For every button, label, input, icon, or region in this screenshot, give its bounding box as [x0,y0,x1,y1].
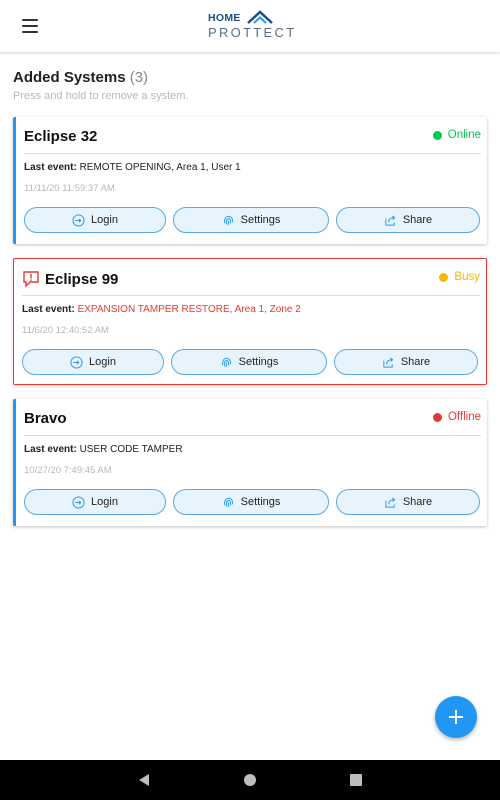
settings-button[interactable]: Settings [173,207,329,233]
app-bar: HOME PROTTECT [0,0,500,52]
home-protect-logo: HOME PROTTECT [205,8,301,42]
status-indicator: Online [432,129,481,141]
share-icon [385,214,396,226]
system-navigation-bar [0,760,500,800]
system-card-eclipse-99[interactable]: Eclipse 99 Busy Last event: EXPANSION TA… [13,258,487,385]
event-timestamp: 10/27/20 7:49:45 AM [24,465,112,476]
share-icon [383,356,394,368]
share-button[interactable]: Share [336,207,480,233]
settings-label: Settings [240,214,281,226]
page-title-text: Added Systems [13,69,126,86]
status-indicator: Offline [432,411,481,423]
divider [24,153,481,154]
share-button[interactable]: Share [336,489,480,515]
settings-label: Settings [240,496,281,508]
login-arrow-icon [70,355,83,369]
status-text: Offline [447,411,481,423]
fingerprint-icon [223,215,233,225]
last-event: Last event: EXPANSION TAMPER RESTORE, Ar… [22,304,301,315]
login-label: Login [91,214,118,226]
recents-square-icon[interactable] [350,774,362,786]
home-circle-icon[interactable] [244,774,256,786]
last-event: Last event: USER CODE TAMPER [24,444,183,455]
page-title: Added Systems (3) [13,69,148,86]
system-card-bravo[interactable]: Bravo Offline Last event: USER CODE TAMP… [13,399,487,526]
event-timestamp: 11/11/20 11:59:37 AM [24,183,115,194]
share-icon [385,496,396,508]
system-count: (3) [129,69,149,86]
login-button[interactable]: Login [24,207,166,233]
system-name: Bravo [24,410,67,427]
login-button[interactable]: Login [22,349,164,375]
system-card-eclipse-32[interactable]: Eclipse 32 Online Last event: REMOTE OPE… [13,117,487,244]
system-name-text: Eclipse 32 [24,128,98,145]
hamburger-menu-icon[interactable] [14,12,46,40]
last-event-label: Last event: [22,304,75,315]
add-system-button[interactable] [435,696,477,738]
settings-button[interactable]: Settings [173,489,329,515]
login-label: Login [89,356,116,368]
last-event-label: Last event: [24,444,77,455]
event-timestamp: 11/6/20 12:40:52 AM [22,325,109,336]
login-arrow-icon [72,213,85,227]
status-dot-icon [432,412,442,422]
logo-roof-icon [247,10,273,24]
status-text: Online [447,129,481,141]
fingerprint-icon [223,497,233,507]
last-event-label: Last event: [24,162,77,173]
status-dot-icon [439,272,449,282]
last-event-value: EXPANSION TAMPER RESTORE, Area 1, Zone 2 [77,304,301,315]
share-label: Share [402,214,433,226]
remove-hint: Press and hold to remove a system. [13,90,189,102]
status-dot-icon [432,130,442,140]
system-name: Eclipse 99 [22,270,118,288]
login-arrow-icon [72,495,85,509]
logo-protect-text: PROTTECT [208,25,297,40]
share-button[interactable]: Share [334,349,478,375]
settings-label: Settings [238,356,279,368]
system-name-text: Eclipse 99 [45,270,119,288]
share-label: Share [402,496,433,508]
system-name: Eclipse 32 [24,128,97,145]
settings-button[interactable]: Settings [171,349,327,375]
divider [24,435,481,436]
last-event: Last event: REMOTE OPENING, Area 1, User… [24,162,241,173]
status-text: Busy [454,271,480,283]
plus-icon [449,710,463,724]
login-label: Login [91,496,118,508]
divider [22,295,480,296]
back-triangle-icon[interactable] [138,773,150,787]
last-event-value: USER CODE TAMPER [79,444,183,455]
logo-home-text: HOME [208,12,241,24]
last-event-value: REMOTE OPENING, Area 1, User 1 [79,162,241,173]
fingerprint-icon [221,357,231,367]
alert-bubble-icon [23,271,39,288]
status-indicator: Busy [439,271,480,283]
system-name-text: Bravo [24,410,67,427]
share-label: Share [400,356,431,368]
login-button[interactable]: Login [24,489,166,515]
